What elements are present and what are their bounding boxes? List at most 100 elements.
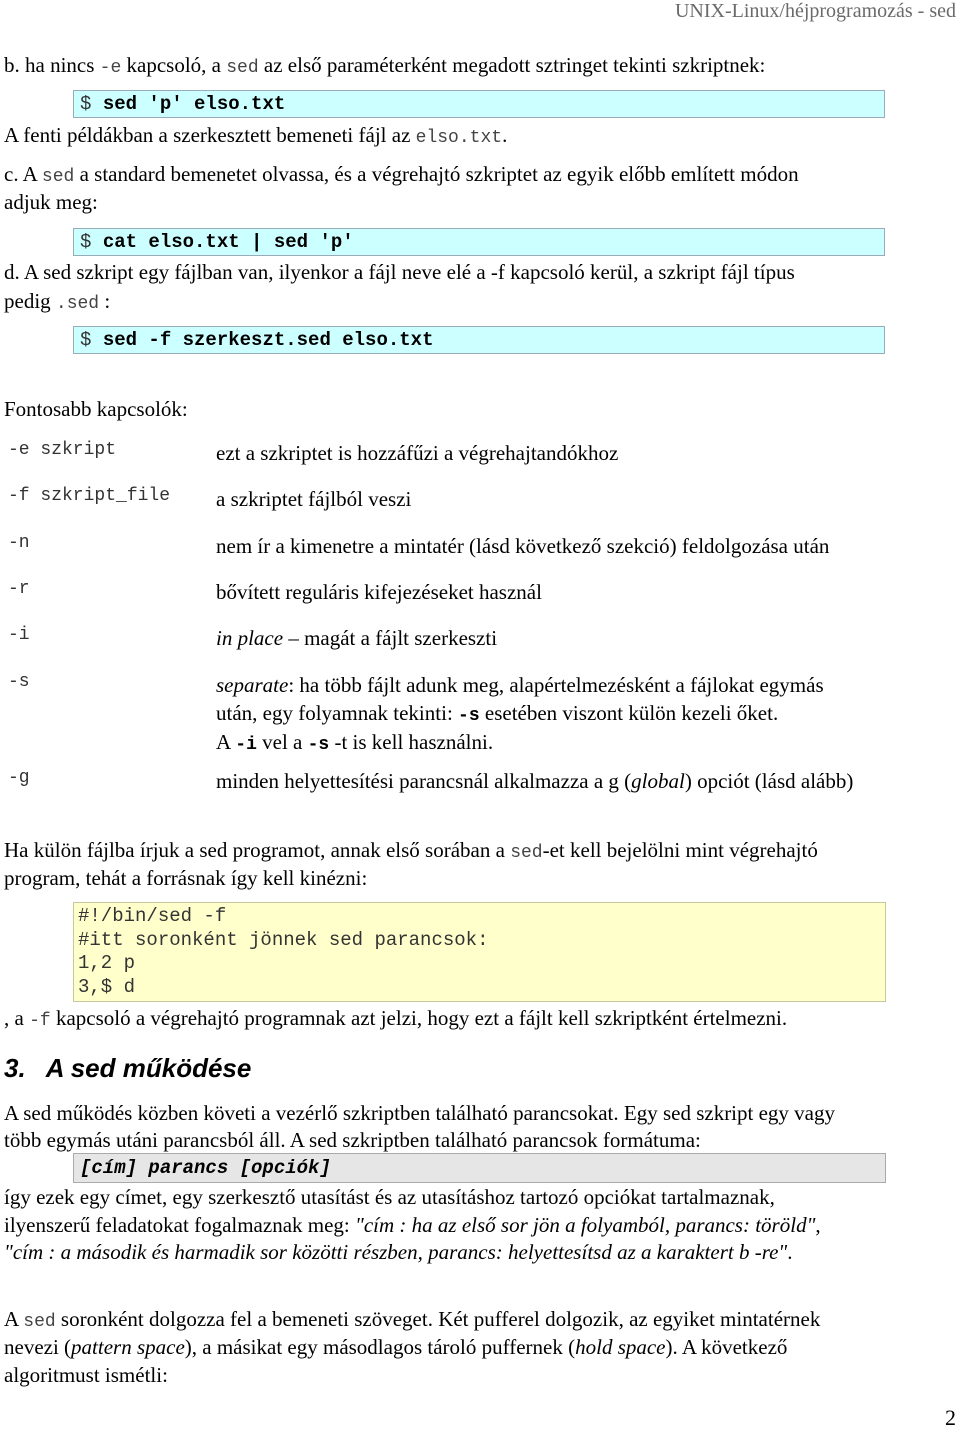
- option-desc-text: minden helyettesítési parancsnál alkalma…: [216, 769, 632, 793]
- para-text: A: [4, 1307, 24, 1331]
- command-box-cat-pipe: $ cat elso.txt | sed 'p': [73, 228, 885, 256]
- shebang-intro-line2: program, tehát a forrásnak így kell kiné…: [4, 866, 368, 890]
- item-c-line2: adjuk meg:: [4, 190, 98, 214]
- para-italic: hold space: [575, 1335, 666, 1359]
- inline-flag: -i: [235, 735, 257, 755]
- option-desc-italic: global: [631, 769, 685, 793]
- option-desc-line3: A -i vel a -s -t is kell használni.: [216, 728, 493, 759]
- script-line: #!/bin/sed -f: [78, 905, 227, 927]
- inline-cmd: sed: [23, 1312, 56, 1332]
- section3-para2-line3: "cím : a második és harmadik sor közötti…: [4, 1238, 793, 1266]
- option-desc: ezt a szkriptet is hozzáfűzi a végrehajt…: [216, 441, 619, 465]
- option-key: -g: [8, 768, 30, 788]
- para-italic: "cím : ha az első sor jön a folyamból, p…: [355, 1213, 816, 1237]
- para-text: soronként dolgozza fel a bemeneti szöveg…: [55, 1307, 821, 1331]
- command-text: sed -f szerkeszt.sed elso.txt: [102, 329, 434, 351]
- option-desc: in place – magát a fájlt szerkeszti: [216, 624, 497, 652]
- option-desc-text: után, egy folyamnak tekinti:: [216, 701, 459, 725]
- shebang-intro-line1: Ha külön fájlba írjuk a sed programot, a…: [4, 836, 818, 867]
- shell-prompt: $: [80, 329, 103, 351]
- section-title: A sed működése: [45, 1053, 252, 1083]
- section3-para2-line1: így ezek egy címet, egy szerkesztő utasí…: [4, 1185, 775, 1209]
- item-c-line1: c. A sed a standard bemenetet olvassa, é…: [4, 160, 799, 191]
- para-italic: pattern space: [71, 1335, 185, 1359]
- inline-flag: -e: [99, 58, 122, 78]
- inline-flag: -f: [29, 1011, 51, 1031]
- section3-para3-line1: A sed soronként dolgozza fel a bemeneti …: [4, 1305, 820, 1336]
- option-desc-text: : ha több fájlt adunk meg, alapértelmezé…: [288, 673, 824, 697]
- option-key: -e szkript: [8, 440, 117, 460]
- section3-para3-line3: algoritmust ismétli:: [4, 1363, 168, 1387]
- option-desc-text: A: [216, 730, 236, 754]
- intro-text: Ha külön fájlba írjuk a sed programot, a…: [4, 838, 511, 862]
- option-desc-italic: separate: [216, 673, 289, 697]
- sed-script-example: #!/bin/sed -f #itt soronként jönnek sed …: [73, 902, 886, 1002]
- item-b-after: A fenti példákban a szerkesztett bemenet…: [4, 121, 507, 152]
- inline-flag: -s: [307, 735, 330, 755]
- option-key: -s: [8, 672, 30, 692]
- section3-para1-line1: A sed működés közben követi a vezérlő sz…: [4, 1101, 835, 1125]
- section3-para3-line2: nevezi (pattern space), a másikat egy má…: [4, 1333, 787, 1361]
- option-desc: minden helyettesítési parancsnál alkalma…: [216, 767, 853, 795]
- shell-prompt: $: [80, 93, 103, 115]
- option-desc-text: -t is kell használni.: [329, 730, 494, 754]
- shebang-after: , a -f kapcsoló a végrehajtó programnak …: [4, 1004, 787, 1035]
- option-desc-italic: in place: [216, 626, 284, 650]
- command-box-sed-p: $ sed 'p' elso.txt: [73, 90, 885, 118]
- para-text: .: [787, 1240, 793, 1264]
- command-box-sed-f: $ sed -f szerkeszt.sed elso.txt: [73, 326, 885, 354]
- item-b-prefix: b. ha nincs: [4, 53, 100, 77]
- after-text: kapcsoló a végrehajtó programnak azt jel…: [50, 1006, 788, 1030]
- para-text: ). A következő: [665, 1335, 788, 1359]
- section-heading: 3. A sed működése: [4, 1053, 251, 1084]
- after-text: , a: [4, 1006, 30, 1030]
- option-key: -n: [8, 533, 30, 553]
- options-title: Fontosabb kapcsolók:: [4, 397, 188, 421]
- option-desc: a szkriptet fájlból veszi: [216, 487, 412, 511]
- section-number: 3.: [4, 1053, 26, 1083]
- intro-text: -et kell bejelölni mint végrehajtó: [542, 838, 818, 862]
- page-number: 2: [945, 1405, 956, 1430]
- item-b-suffix: az első paraméterként megadott sztringet…: [258, 53, 766, 77]
- option-desc-line2: után, egy folyamnak tekinti: -s esetében…: [216, 699, 778, 730]
- command-format-box: [cím] parancs [opciók]: [73, 1153, 886, 1183]
- script-line: 1,2 p: [78, 952, 136, 974]
- inline-extension: .sed: [55, 294, 100, 314]
- inline-cmd: sed: [41, 167, 75, 187]
- item-d-line1: d. A sed szkript egy fájlban van, ilyenk…: [4, 260, 795, 284]
- option-desc-text: – magát a fájlt szerkeszti: [283, 626, 498, 650]
- item-d-line2: pedig .sed :: [4, 287, 110, 318]
- option-desc: nem ír a kimenetre a mintatér (lásd köve…: [216, 534, 830, 558]
- after-prefix: A fenti példákban a szerkesztett bemenet…: [4, 123, 416, 147]
- inline-flag: -s: [458, 706, 480, 726]
- para-text: nevezi (: [4, 1335, 72, 1359]
- para-text: ilyenszerű feladatokat fogalmaznak meg:: [4, 1213, 356, 1237]
- section3-para2-line2: ilyenszerű feladatokat fogalmaznak meg: …: [4, 1211, 821, 1239]
- inline-cmd: sed: [510, 843, 543, 863]
- page-header-title: UNIX-Linux/héjprogramozás - sed: [674, 0, 956, 22]
- command-text: sed 'p' elso.txt: [102, 93, 286, 115]
- item-b-mid: kapcsoló, a: [121, 53, 227, 77]
- inline-cmd: sed: [226, 58, 259, 78]
- option-key: -r: [8, 579, 30, 599]
- command-text: cat elso.txt | sed 'p': [102, 231, 354, 253]
- item-d-prefix: pedig: [4, 289, 56, 313]
- item-d-suffix: :: [99, 289, 111, 313]
- para-italic: "cím : a második és harmadik sor közötti…: [4, 1240, 788, 1264]
- after-suffix: .: [502, 123, 508, 147]
- item-c-prefix: c. A: [4, 162, 42, 186]
- option-key: -i: [8, 625, 30, 645]
- para-text: ,: [815, 1213, 821, 1237]
- item-b-text: b. ha nincs -e kapcsoló, a sed az első p…: [4, 51, 765, 82]
- item-c-text: a standard bemenetet olvassa, és a végre…: [74, 162, 799, 186]
- para-text: ), a másikat egy másodlagos tároló puffe…: [184, 1335, 576, 1359]
- option-desc: bővített reguláris kifejezéseket használ: [216, 580, 542, 604]
- inline-filename: elso.txt: [415, 128, 503, 148]
- script-line: #itt soronként jönnek sed parancsok:: [78, 928, 489, 951]
- option-desc-text: esetében viszont külön kezeli őket.: [479, 701, 779, 725]
- option-desc-text: vel a: [256, 730, 308, 754]
- option-desc-text: ) opciót (lásd alább): [684, 769, 854, 793]
- option-key: -f szkript_file: [8, 486, 171, 506]
- option-desc-line1: separate: ha több fájlt adunk meg, alapé…: [216, 671, 824, 699]
- script-line: 3,$ d: [78, 975, 136, 998]
